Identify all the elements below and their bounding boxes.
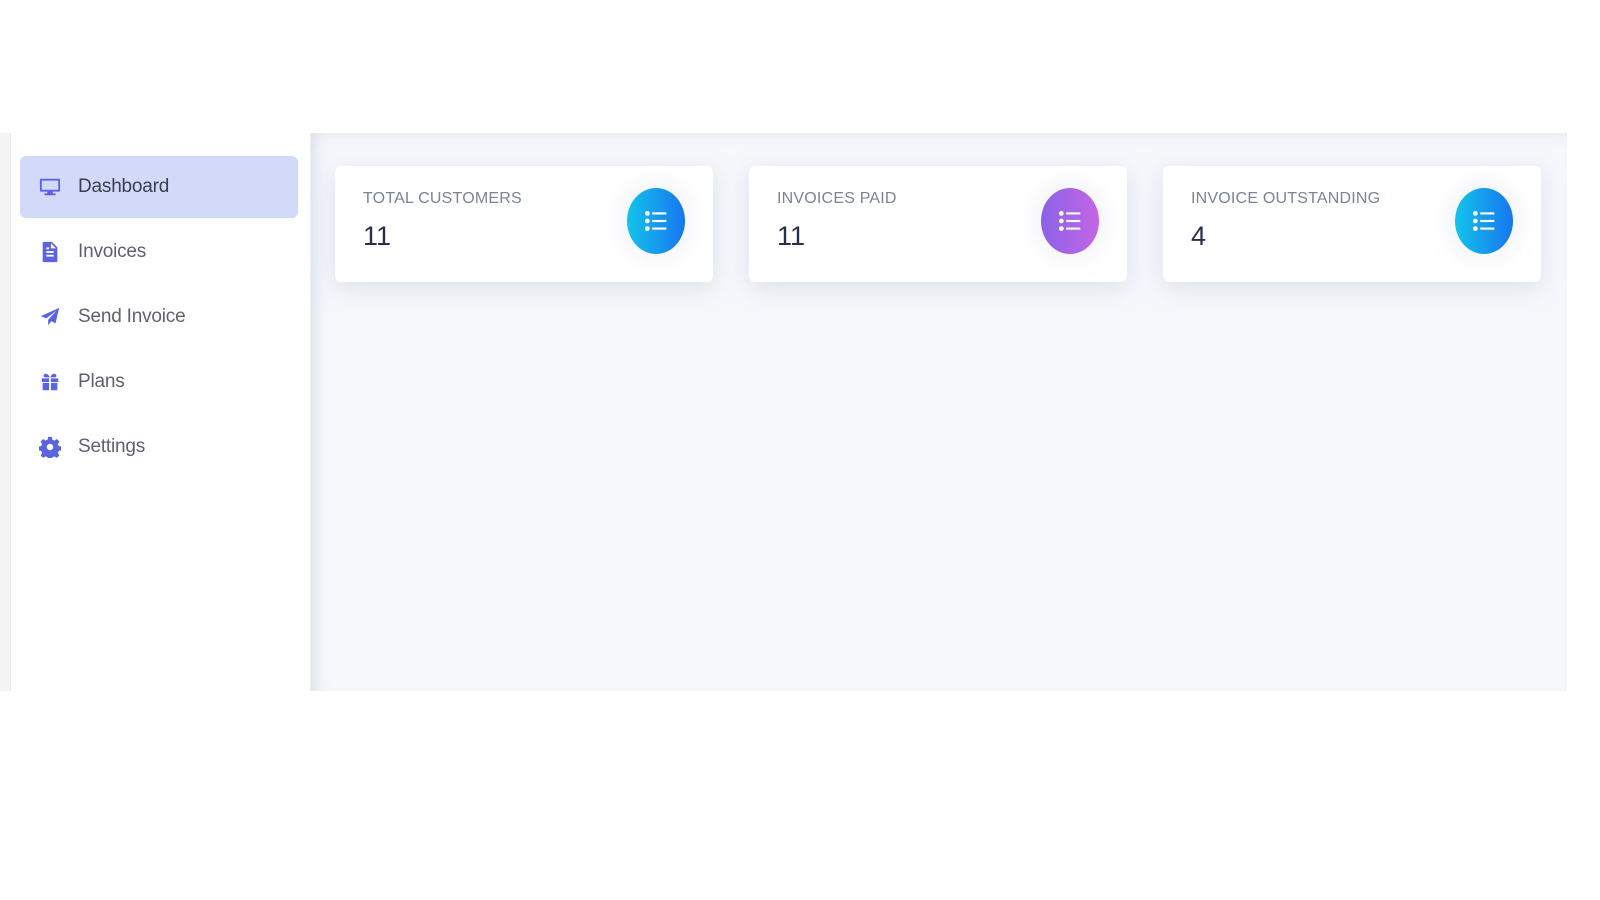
stat-card-invoice-outstanding: INVOICE OUTSTANDING 4: [1163, 166, 1541, 282]
stat-card-invoices-paid: INVOICES PAID 11: [749, 166, 1127, 282]
sidebar-item-label: Dashboard: [78, 176, 170, 197]
gear-icon: [38, 435, 62, 459]
sidebar-item-settings[interactable]: Settings: [20, 416, 298, 478]
main-content: TOTAL CUSTOMERS 11 INVOICES PAID 11 INVO…: [311, 133, 1567, 691]
sidebar-item-label: Invoices: [78, 241, 147, 262]
sidebar-item-invoices[interactable]: Invoices: [20, 221, 298, 283]
sidebar-item-label: Settings: [78, 436, 146, 457]
gift-icon: [38, 370, 62, 394]
monitor-icon: [38, 175, 62, 199]
sidebar-item-send-invoice[interactable]: Send Invoice: [20, 286, 298, 348]
sidebar: Dashboard Invoices Send Invoice Plans Se…: [11, 133, 311, 691]
list-icon: [1455, 188, 1513, 254]
paper-plane-icon: [38, 305, 62, 329]
app-shell: Dashboard Invoices Send Invoice Plans Se…: [0, 133, 1567, 691]
list-icon: [627, 188, 685, 254]
sidebar-item-dashboard[interactable]: Dashboard: [20, 156, 298, 218]
file-icon: [38, 240, 62, 264]
list-icon: [1041, 188, 1099, 254]
sidebar-item-label: Plans: [78, 371, 125, 392]
sidebar-item-label: Send Invoice: [78, 306, 186, 327]
left-edge: [0, 133, 11, 691]
stats-cards: TOTAL CUSTOMERS 11 INVOICES PAID 11 INVO…: [335, 166, 1543, 282]
stat-card-total-customers: TOTAL CUSTOMERS 11: [335, 166, 713, 282]
sidebar-item-plans[interactable]: Plans: [20, 351, 298, 413]
